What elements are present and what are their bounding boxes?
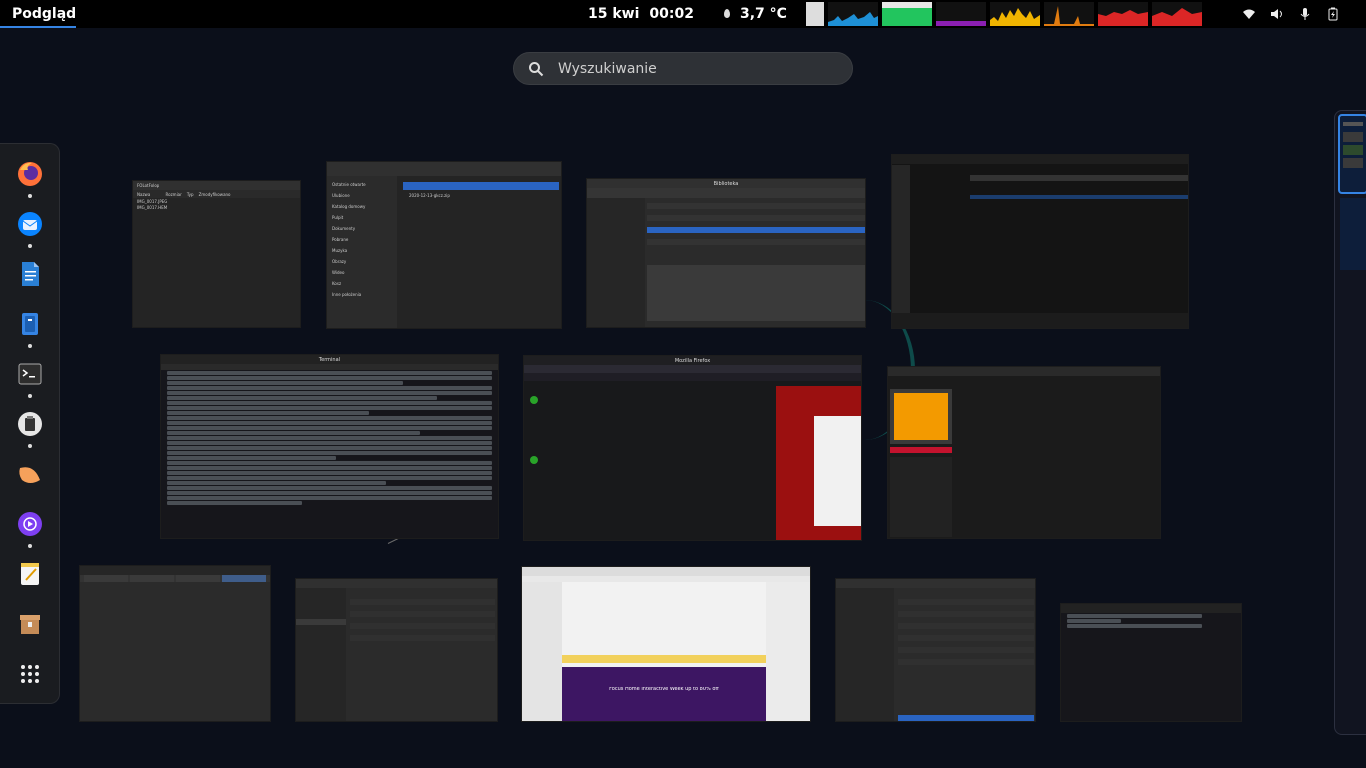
dash-item-files[interactable]	[12, 306, 48, 342]
window-title: Terminal	[318, 356, 341, 363]
running-indicator	[28, 244, 32, 248]
show-apps-button[interactable]	[12, 656, 48, 692]
window-title: Biblioteka	[713, 180, 739, 187]
weather-temperature: 3,7 °C	[740, 6, 787, 22]
volume-icon	[1271, 9, 1282, 19]
dash-item-clipboard[interactable]	[12, 406, 48, 442]
fan-graph	[1152, 2, 1202, 26]
system-monitor-icon	[806, 2, 824, 26]
app-grid-icon	[21, 665, 39, 683]
search-input[interactable]: Wyszukiwanie	[513, 52, 853, 85]
dash-item-text-editor[interactable]	[12, 556, 48, 592]
workspace-thumbnail[interactable]	[1340, 198, 1366, 270]
weather-icon	[19, 467, 40, 483]
window-path: FOLotFolop	[137, 183, 160, 188]
disk-graph	[1044, 2, 1094, 26]
clipboard-icon	[18, 412, 42, 436]
window-thumbnail-nautilus[interactable]	[295, 578, 498, 722]
text-editor-icon	[21, 563, 39, 585]
dash-item-weather[interactable]	[12, 456, 48, 492]
microphone-icon	[1300, 8, 1310, 20]
window-thumbnail-editor[interactable]	[887, 366, 1161, 539]
system-monitor[interactable]	[806, 2, 1202, 26]
running-indicator	[28, 394, 32, 398]
running-indicator	[28, 444, 32, 448]
activities-label: Podgląd	[12, 6, 77, 22]
dash-item-thunderbird[interactable]	[12, 206, 48, 242]
running-indicator	[28, 194, 32, 198]
network-graph	[990, 2, 1040, 26]
system-tray[interactable]	[1242, 0, 1340, 28]
battery-icon	[1328, 7, 1338, 21]
window-thumbnail-nautilus-downloads[interactable]	[835, 578, 1036, 722]
cpu-graph	[828, 2, 878, 26]
running-indicator	[28, 344, 32, 348]
terminal-icon	[18, 363, 42, 385]
window-thumbnail-files[interactable]: FOLotFolop Nazwa Rozmiar Typ Zmodyfikowa…	[132, 180, 301, 328]
window-title: Mozilla Firefox	[674, 357, 711, 364]
podcast-icon	[18, 512, 42, 536]
email-banner: Focus Home Interactive Week up to 80% of…	[609, 687, 719, 692]
thunderbird-icon	[18, 212, 42, 236]
thermal-graph	[1098, 2, 1148, 26]
window-thumbnail-media[interactable]	[891, 154, 1189, 329]
window-thumbnail-files-tabs[interactable]	[79, 565, 271, 722]
weather-indicator[interactable]: 3,7 °C	[722, 0, 787, 28]
search-placeholder: Wyszukiwanie	[558, 60, 657, 77]
dash-item-archive[interactable]	[12, 606, 48, 642]
file-row: IMG_0017.JPEG	[137, 198, 168, 204]
dash-item-firefox[interactable]	[12, 156, 48, 192]
window-thumbnail-thunderbird[interactable]: Focus Home Interactive Week up to 80% of…	[521, 566, 811, 722]
libreoffice-writer-icon	[22, 262, 39, 286]
dash	[0, 143, 60, 704]
top-bar: Podgląd 15 kwi 00:02 3,7 °C	[0, 0, 1366, 28]
running-indicator	[28, 544, 32, 548]
dash-item-podcasts[interactable]	[12, 506, 48, 542]
clock-date: 15 kwi	[588, 6, 640, 22]
file-manager-icon	[22, 313, 38, 335]
swap-graph	[936, 2, 986, 26]
activities-button[interactable]: Podgląd	[0, 0, 88, 28]
clock[interactable]: 15 kwi 00:02	[588, 0, 694, 28]
archive-icon	[20, 615, 40, 634]
wifi-icon	[1243, 9, 1255, 19]
firefox-icon	[18, 162, 42, 186]
window-thumbnail-library[interactable]: Biblioteka	[586, 178, 866, 328]
search-result: 2020-12-13-gkcz.zip	[409, 193, 450, 198]
window-thumbnail-firefox[interactable]: Mozilla Firefox	[523, 355, 862, 541]
dash-item-terminal[interactable]	[12, 356, 48, 392]
window-thumbnail-terminal[interactable]: Terminal	[160, 354, 499, 539]
weather-icon	[722, 8, 732, 20]
window-thumbnail-files-search[interactable]: Ostatnie otwarte Ulubione Katalog domowy…	[326, 161, 562, 329]
clock-time: 00:02	[649, 6, 694, 22]
file-row: IMG_0017.HEM	[137, 204, 168, 210]
search-icon	[529, 61, 544, 76]
memory-graph	[882, 2, 932, 26]
dash-item-writer[interactable]	[12, 256, 48, 292]
window-thumbnail-terminal-small[interactable]	[1060, 603, 1242, 722]
workspace-thumbnail-active[interactable]	[1338, 114, 1366, 194]
